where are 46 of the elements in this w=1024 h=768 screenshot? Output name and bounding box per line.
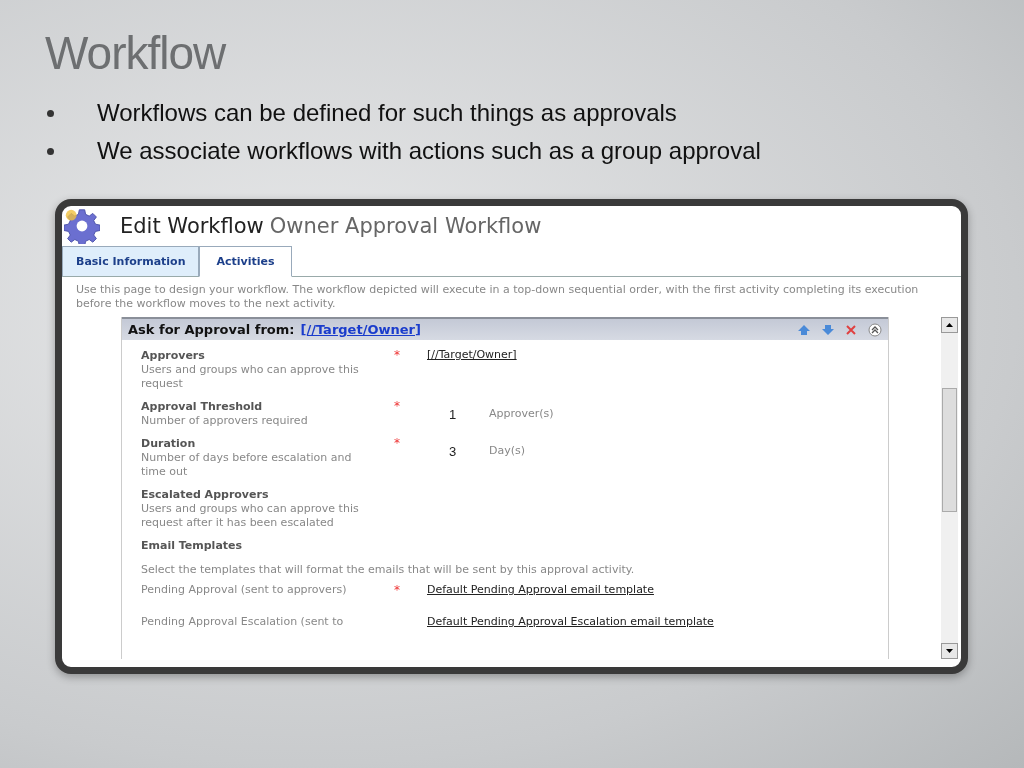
collapse-icon[interactable] <box>868 322 882 337</box>
template-label: Pending Approval (sent to approvers) <box>141 583 348 597</box>
required-marker: * <box>394 436 400 450</box>
target-link[interactable]: [//Target/Owner] <box>300 322 421 337</box>
scroll-thumb[interactable] <box>942 388 957 512</box>
field-label: Escalated Approvers <box>141 487 270 502</box>
unit-label: Day(s) <box>489 444 526 457</box>
approver-link[interactable]: [//Target/Owner] <box>427 348 517 362</box>
template-label: Pending Approval Escalation (sent to <box>141 615 345 629</box>
number-value: 3 <box>449 444 458 459</box>
field-label: Approvers <box>141 348 206 363</box>
move-down-icon[interactable] <box>822 324 834 335</box>
scrollbar[interactable] <box>941 317 958 659</box>
number-value: 1 <box>449 407 458 422</box>
bullet-icon <box>47 109 54 117</box>
field-description: Users and groups who can approve this request <box>141 363 360 391</box>
field-label: Approval Threshold <box>141 399 264 414</box>
field-description: Number of approvers required <box>141 414 309 428</box>
activity-heading: Ask for Approval from: <box>128 322 295 337</box>
delete-icon[interactable] <box>846 324 856 335</box>
workflow-name: Owner Approval Workflow <box>269 214 542 238</box>
field-description: Users and groups who can approve this request after it has been escalated <box>141 502 360 530</box>
gear-icon <box>64 208 100 244</box>
bullet-icon <box>47 147 54 155</box>
bullet-text: Workflows can be defined for such things as approvals <box>97 98 677 128</box>
tab[interactable]: Basic Information <box>62 246 200 277</box>
bullet-text: We associate workflows with actions such as a group approval <box>97 136 761 166</box>
template-link[interactable]: Default Pending Approval email template <box>427 583 654 597</box>
move-up-icon[interactable] <box>798 324 810 335</box>
scroll-down-button[interactable] <box>941 643 958 659</box>
field-description: Number of days before escalation and time out <box>141 451 353 479</box>
section-heading: Email Templates <box>141 538 244 553</box>
required-marker: * <box>394 583 400 597</box>
required-marker: * <box>394 399 400 413</box>
down-arrow-icon <box>946 649 953 653</box>
templates-note: Select the templates that will format the emails that will be sent by this approval activity. <box>141 563 636 577</box>
slide-title: Workflow <box>45 26 228 81</box>
scroll-up-button[interactable] <box>941 317 958 333</box>
tab[interactable]: Activities <box>199 246 292 277</box>
up-arrow-icon <box>946 323 953 327</box>
unit-label: Approver(s) <box>489 407 554 420</box>
template-link[interactable]: Default Pending Approval Escalation email template <box>427 615 714 629</box>
intro-text: Use this page to design your workflow. The workflow depicted will execute in a top-down sequential order, with the first activity completing its execution before the workflow moves to the next activity. <box>76 283 920 311</box>
required-marker: * <box>394 348 400 362</box>
window-title: Edit Workflow <box>120 214 264 238</box>
field-label: Duration <box>141 436 197 451</box>
